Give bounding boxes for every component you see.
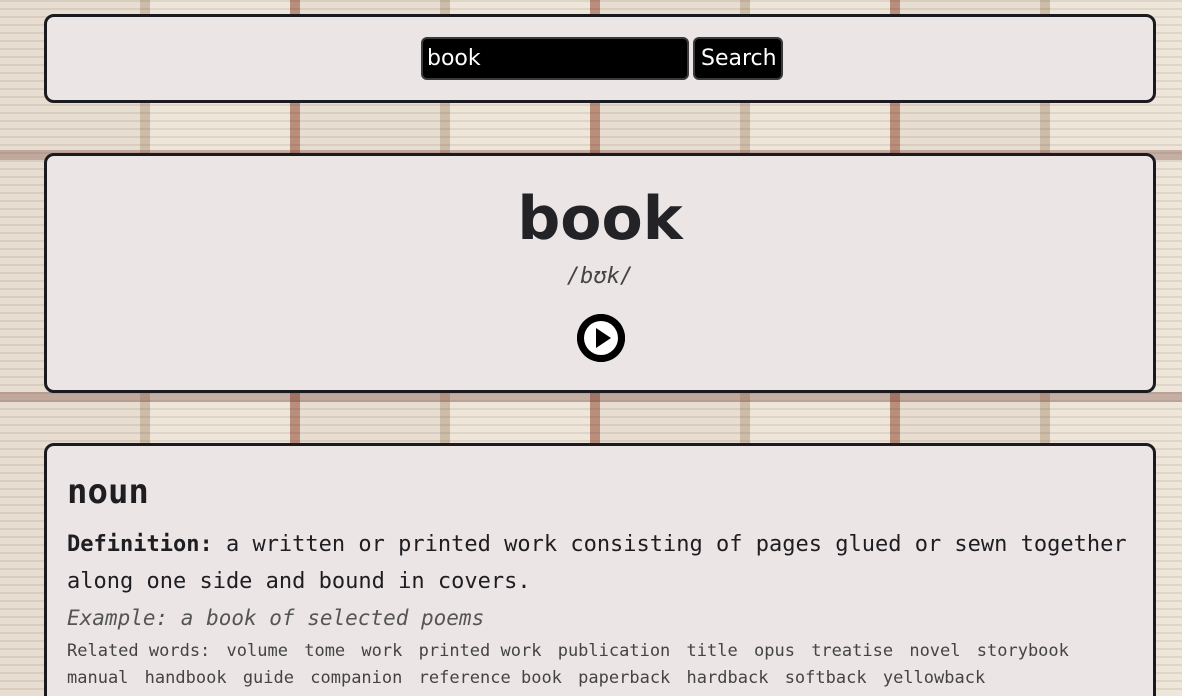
word-panel: book /bʊk/ [44,153,1156,393]
example-text: Example: a book of selected poems [67,606,485,630]
related-word: reference book [418,668,562,688]
background-decoration [0,392,1182,402]
related-word: title [686,641,738,661]
search-button[interactable]: Search [693,37,783,80]
related-word: companion [310,668,403,688]
related-word: yellowback [882,668,986,688]
related-words-label: Related words: [67,641,211,661]
part-of-speech: noun [67,472,149,512]
related-word: handbook [144,668,227,688]
play-icon [577,314,625,362]
word-title: book [517,184,683,254]
definition: Definition: a written or printed work co… [67,526,1127,600]
related-word: publication [557,641,671,661]
phonetic-text: /bʊk/ [566,264,634,289]
definition-label: Definition: [67,532,213,557]
related-word: softback [784,668,867,688]
related-word: tome [304,641,346,661]
meaning-panel: noun Definition: a written or printed wo… [44,443,1156,696]
search-panel: Search [44,14,1156,103]
search-input[interactable] [421,37,689,80]
related-word: work [361,641,403,661]
related-word: printed work [418,641,542,661]
related-word: hardback [686,668,769,688]
related-word: manual [67,668,129,688]
related-word: paperback [578,668,671,688]
related-word: opus [753,641,795,661]
related-words: Related words: volume tome work printed … [67,638,1127,692]
related-words-list: volume tome work printed work publicatio… [67,641,1075,688]
definition-text: a written or printed work consisting of … [67,532,1127,594]
play-audio-button[interactable] [577,314,625,362]
related-word: volume [226,641,288,661]
related-word: treatise [811,641,894,661]
related-word: storybook [976,641,1069,661]
related-word: novel [909,641,961,661]
search-bar: Search [421,37,783,80]
related-word: guide [242,668,294,688]
